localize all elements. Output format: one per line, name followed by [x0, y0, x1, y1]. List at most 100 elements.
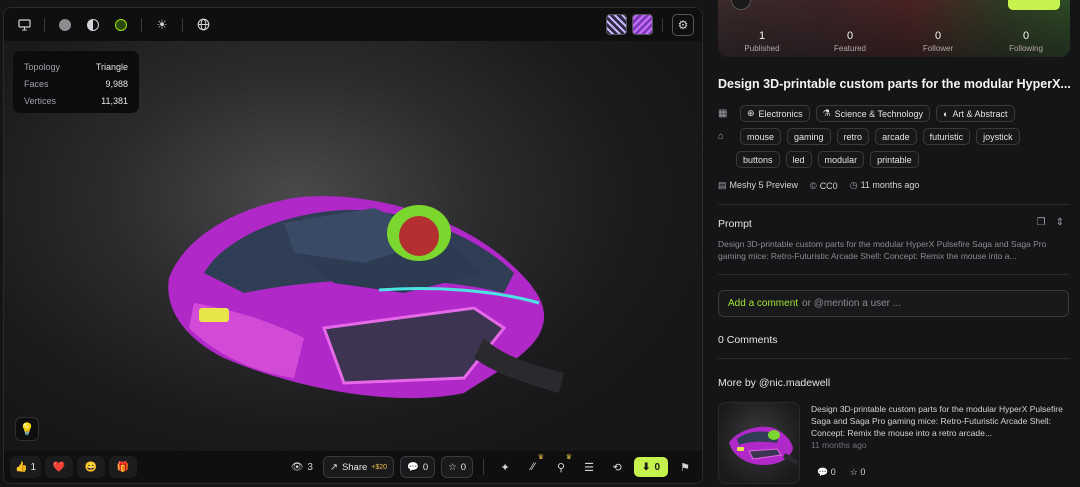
- tag-chip[interactable]: arcade: [875, 128, 917, 145]
- license-meta[interactable]: © CC0: [810, 181, 838, 191]
- category-chip[interactable]: ◐ Art & Abstract: [936, 105, 1015, 122]
- reaction-heart[interactable]: ❤️: [45, 456, 74, 478]
- featured-label: Featured: [833, 44, 867, 53]
- tag-chip[interactable]: mouse: [740, 128, 782, 145]
- add-comment-label: Add a comment: [728, 298, 799, 309]
- grid-icon: ▦: [718, 108, 728, 119]
- report-flag-icon[interactable]: ⚑: [674, 456, 696, 478]
- toolbar-divider: [141, 17, 142, 32]
- faces-value: 9,988: [105, 78, 128, 89]
- tag-chip[interactable]: modular: [817, 151, 865, 168]
- tag-chip[interactable]: printable: [870, 151, 919, 168]
- monitor-icon[interactable]: [12, 13, 36, 37]
- related-comments[interactable]: 💬 0: [817, 467, 836, 478]
- follow-button[interactable]: [1008, 0, 1060, 10]
- tag-chip[interactable]: buttons: [736, 151, 780, 168]
- clock-icon: ◷: [849, 180, 858, 190]
- flask-icon: ⚗: [822, 108, 831, 118]
- lightbulb-icon[interactable]: 💡: [15, 417, 39, 441]
- related-model-title[interactable]: Design 3D-printable custom parts for the…: [811, 403, 1066, 439]
- adjust-sliders-icon[interactable]: ☰: [578, 456, 600, 478]
- texture-shading-icon[interactable]: [109, 13, 133, 37]
- following-stat[interactable]: 0 Following: [982, 30, 1070, 53]
- follower-label: Follower: [922, 44, 954, 53]
- smile-icon: 😄: [84, 461, 98, 473]
- action-divider: [483, 459, 485, 475]
- tag-chip[interactable]: led: [785, 151, 812, 168]
- download-button[interactable]: ⬇ 0: [634, 457, 668, 477]
- related-comments-count: 0: [830, 467, 836, 477]
- viewer-toolbar: ☀ ⚙: [4, 8, 702, 41]
- faces-label: Faces: [24, 78, 49, 89]
- category-label: Science & Technology: [834, 108, 924, 119]
- star-icon: ☆: [849, 467, 858, 477]
- related-model-thumbnail[interactable]: [718, 402, 800, 484]
- published-stat[interactable]: 1 Published: [718, 30, 806, 53]
- wireframe-shading-icon[interactable]: [81, 13, 105, 37]
- lighting-icon[interactable]: ☀: [150, 13, 174, 37]
- views-count: 3: [307, 461, 313, 473]
- toolbar-right: ⚙: [606, 13, 694, 36]
- share-icon: ↗: [329, 461, 338, 473]
- mouse-3d-model[interactable]: [144, 178, 564, 408]
- toolbar-divider: [182, 17, 183, 32]
- comments-button[interactable]: 💬 0: [400, 456, 436, 478]
- related-model-actions: 💬 0 ☆ 0: [817, 467, 865, 478]
- settings-gear-icon[interactable]: ⚙: [672, 13, 694, 36]
- comment-input[interactable]: Add a comment or @mention a user ...: [718, 290, 1069, 317]
- star-icon: ☆: [448, 461, 457, 473]
- rig-animate-icon[interactable]: ⚲ ♛: [550, 454, 573, 478]
- crown-icon: ♛: [565, 454, 573, 461]
- tag-chip[interactable]: retro: [836, 128, 870, 145]
- texture-thumbnail[interactable]: [606, 14, 627, 35]
- related-stars[interactable]: ☆ 0: [850, 467, 866, 478]
- category-label: Art & Abstract: [952, 108, 1008, 119]
- cc-icon: ©: [810, 180, 817, 191]
- gift-icon: 🎁: [116, 461, 130, 473]
- tag-row-2: buttons led modular printable: [736, 151, 919, 168]
- model-viewer[interactable]: ☀ ⚙ Topology Triangle Faces 9,988 Vertic…: [3, 7, 703, 484]
- thumbs-up-icon: 👍: [15, 461, 28, 473]
- tag-chip[interactable]: gaming: [787, 128, 831, 145]
- remix-icon[interactable]: ⟲: [606, 456, 628, 478]
- comment-placeholder: or @mention a user ...: [802, 298, 902, 309]
- topology-row: Topology Triangle: [24, 58, 128, 75]
- comment-icon: 💬: [817, 467, 829, 477]
- solid-shading-icon[interactable]: [53, 13, 77, 37]
- expand-chevron-icon[interactable]: ⇕: [1056, 217, 1064, 228]
- category-chip[interactable]: ⚗ Science & Technology: [815, 105, 931, 122]
- license-label: CC0: [819, 180, 838, 191]
- tag-chip[interactable]: futuristic: [922, 128, 971, 145]
- age-meta: ◷ 11 months ago: [850, 180, 920, 191]
- featured-count: 0: [846, 30, 854, 42]
- star-button[interactable]: ☆ 0: [441, 456, 474, 478]
- ai-sparkle-icon[interactable]: ✦: [494, 456, 516, 478]
- generator-meta: ▤ Meshy 5 Preview: [718, 180, 798, 191]
- details-panel: 1 Published 0 Featured 0 Follower 0 Foll…: [718, 0, 1071, 487]
- reaction-smile[interactable]: 😄: [77, 456, 106, 478]
- featured-stat[interactable]: 0 Featured: [806, 30, 894, 53]
- tag-row: ⌂ mouse gaming retro arcade futuristic j…: [718, 128, 1020, 145]
- more-by-heading: More by @nic.madewell: [718, 377, 831, 389]
- stars-count: 0: [460, 461, 467, 473]
- vertices-value: 11,381: [101, 95, 128, 106]
- section-divider: [718, 274, 1070, 275]
- share-button[interactable]: ↗ Share +$20: [322, 456, 395, 478]
- tag-chip[interactable]: joystick: [976, 128, 1020, 145]
- category-chip[interactable]: ⊕ Electronics: [740, 105, 810, 122]
- creator-banner: 1 Published 0 Featured 0 Follower 0 Foll…: [718, 0, 1070, 57]
- category-row: ▦ ⊕ Electronics ⚗ Science & Technology ◐ Ar…: [718, 105, 1015, 122]
- retexture-icon[interactable]: ⁄⁄ ♛: [522, 454, 544, 478]
- texture-thumbnail[interactable]: [632, 14, 653, 35]
- cpu-icon: ⊕: [747, 108, 755, 118]
- follower-stat[interactable]: 0 Follower: [894, 30, 982, 53]
- section-divider: [718, 358, 1070, 359]
- related-stars-count: 0: [860, 467, 866, 477]
- share-credit-badge: +$20: [371, 463, 388, 471]
- copy-icon[interactable]: ❐: [1037, 217, 1046, 228]
- prompt-text: Design 3D-printable custom parts for the…: [718, 239, 1047, 261]
- reaction-gift[interactable]: 🎁: [109, 456, 138, 478]
- globe-icon[interactable]: [191, 13, 215, 37]
- downloads-count: 0: [654, 461, 660, 473]
- reaction-thumbs-up[interactable]: 👍 1: [10, 456, 42, 478]
